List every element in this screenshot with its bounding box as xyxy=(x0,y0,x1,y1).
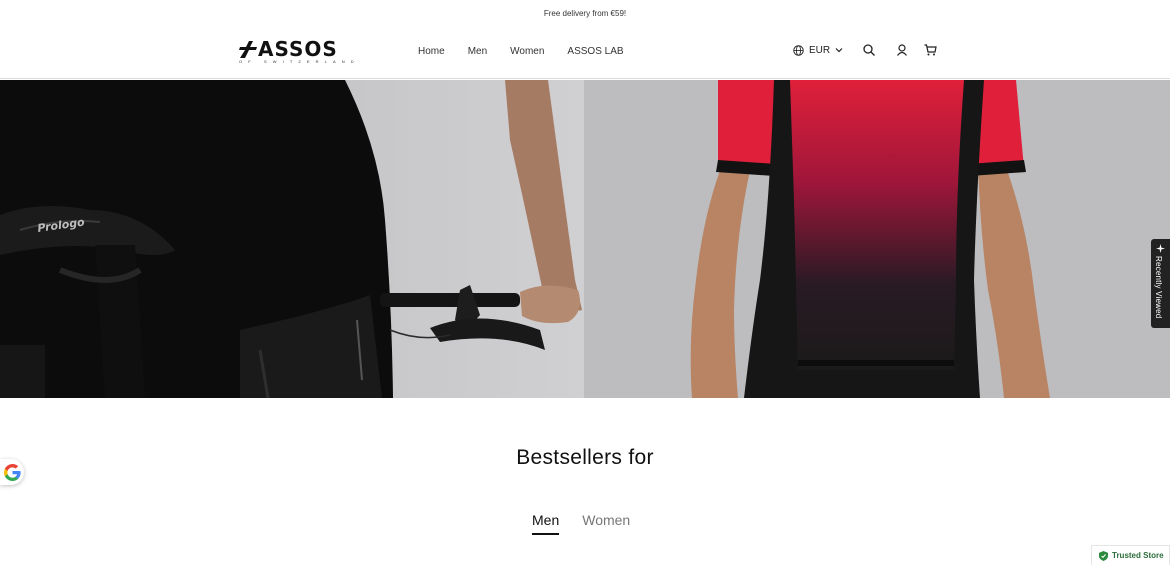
google-reviews-badge[interactable] xyxy=(0,459,24,485)
recently-viewed-tab[interactable]: Recently Viewed xyxy=(1151,239,1170,328)
logo-wordmark: ASSOS xyxy=(239,37,367,61)
hero-banner[interactable]: Prologo xyxy=(0,80,1170,398)
account-icon[interactable] xyxy=(896,44,908,56)
header-tools: EUR xyxy=(793,44,937,56)
currency-selector[interactable]: EUR xyxy=(793,45,843,56)
bestsellers-title: Bestsellers for xyxy=(516,446,654,469)
google-g-icon xyxy=(3,463,21,481)
cyclist-women-photo xyxy=(584,80,1170,398)
logo-tagline: OF SWITZERLAND xyxy=(239,59,360,64)
logo-brand-text: ASSOS xyxy=(258,37,338,61)
announcement-bar: Free delivery from €59! xyxy=(0,0,1170,26)
globe-icon xyxy=(793,44,804,56)
brand-logo[interactable]: ASSOS OF SWITZERLAND xyxy=(239,37,367,65)
currency-label: EUR xyxy=(809,44,831,56)
hero-women-image[interactable] xyxy=(584,80,1170,398)
nav-home[interactable]: Home xyxy=(418,46,445,57)
search-icon[interactable] xyxy=(863,44,876,56)
main-nav: Home Men Women ASSOS LAB xyxy=(418,46,624,57)
nav-women[interactable]: Women xyxy=(510,46,544,57)
cyclist-men-photo: Prologo xyxy=(0,80,584,398)
chevron-down-icon xyxy=(835,48,843,53)
tab-men[interactable]: Men xyxy=(532,512,560,535)
tab-women[interactable]: Women xyxy=(582,512,630,535)
site-header: ASSOS OF SWITZERLAND Home Men Women ASSO… xyxy=(0,26,1170,79)
trusted-store-label: Trusted Store xyxy=(1112,551,1164,560)
nav-assos-lab[interactable]: ASSOS LAB xyxy=(567,46,623,57)
nav-men[interactable]: Men xyxy=(468,46,487,57)
bestsellers-tabs: Men Women xyxy=(532,512,630,535)
hero-men-image[interactable]: Prologo xyxy=(0,80,584,398)
cart-icon[interactable] xyxy=(924,44,937,56)
trusted-store-badge[interactable]: Trusted Store xyxy=(1091,545,1170,565)
logo-mark-icon xyxy=(239,41,257,58)
recently-viewed-label: Recently Viewed xyxy=(1154,256,1163,319)
announcement-text: Free delivery from €59! xyxy=(543,8,627,18)
shield-check-icon xyxy=(1099,550,1108,561)
sparkle-icon xyxy=(1156,244,1165,253)
